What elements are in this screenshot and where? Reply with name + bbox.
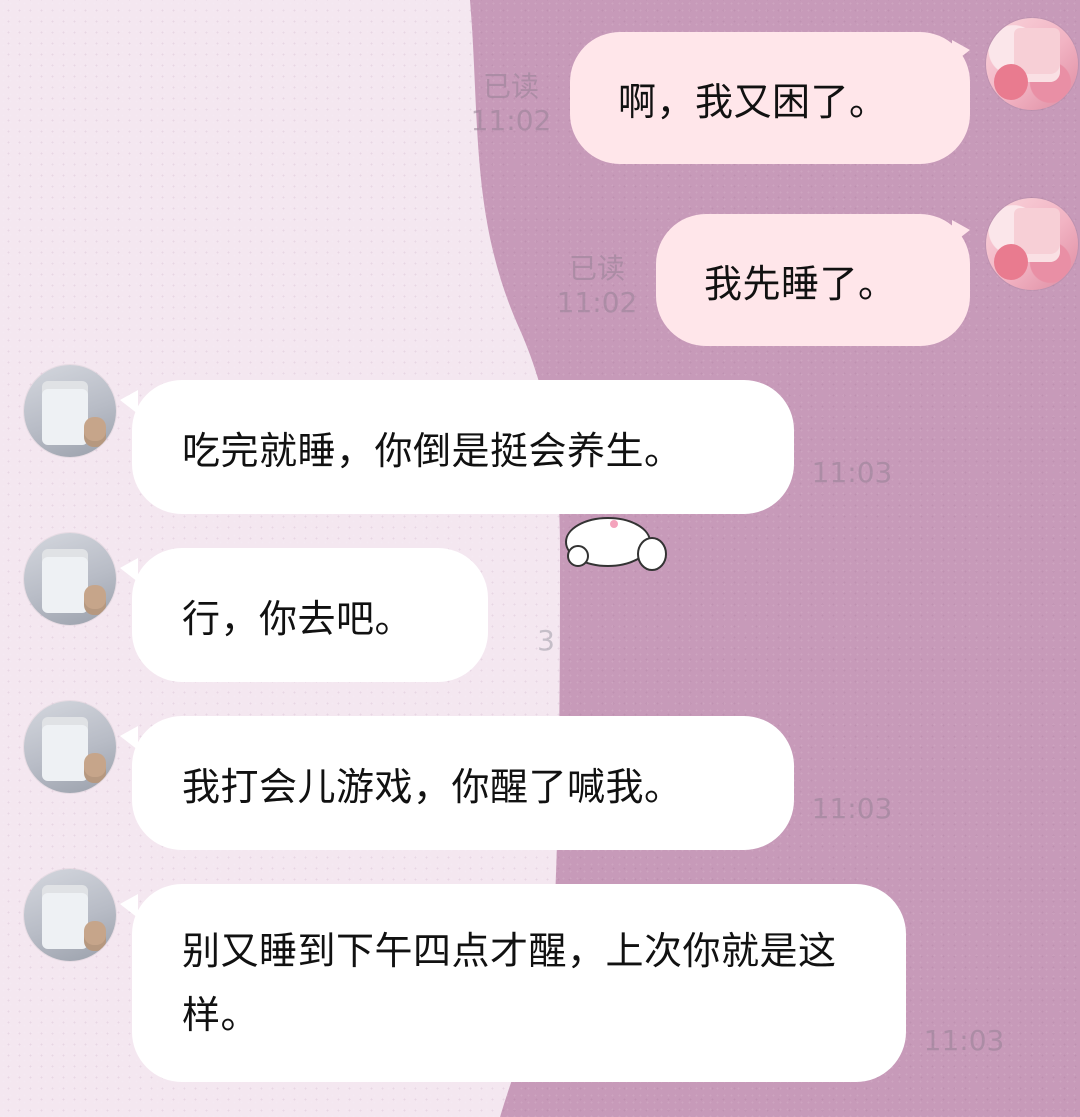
message-meta: 已读 11:02 — [470, 70, 552, 138]
message-bubble-received[interactable]: 行，你去吧。 — [132, 548, 488, 682]
message-text: 吃完就睡，你倒是挺会养生。 — [182, 428, 683, 473]
message-time: 11:03 — [811, 792, 893, 825]
message-text: 我打会儿游戏，你醒了喊我。 — [182, 764, 683, 809]
read-status: 已读 — [568, 252, 625, 285]
message-time: 11:03 — [811, 456, 893, 489]
message-text: 我先睡了。 — [704, 261, 897, 306]
message-text: 别又睡到下午四点才醒，上次你就是这样。 — [182, 929, 837, 1037]
message-bubble-sent[interactable]: 我先睡了。 — [656, 214, 970, 346]
message-time: 11:03 — [923, 1024, 1005, 1057]
message-time: 11:02 — [470, 104, 552, 137]
read-status: 已读 — [482, 70, 539, 103]
message-time: 11:02 — [556, 286, 638, 319]
message-time: 3 — [537, 624, 555, 657]
message-bubble-sent[interactable]: 啊，我又困了。 — [570, 32, 970, 164]
message-text: 啊，我又困了。 — [618, 79, 888, 124]
message-meta: 已读 11:02 — [556, 252, 638, 320]
contact-avatar[interactable] — [24, 869, 116, 961]
message-text: 行，你去吧。 — [182, 596, 414, 641]
contact-avatar[interactable] — [24, 533, 116, 625]
contact-avatar[interactable] — [24, 365, 116, 457]
self-avatar[interactable] — [986, 18, 1078, 110]
contact-avatar[interactable] — [24, 701, 116, 793]
self-avatar[interactable] — [986, 198, 1078, 290]
message-bubble-received[interactable]: 我打会儿游戏，你醒了喊我。 — [132, 716, 794, 850]
message-bubble-received[interactable]: 吃完就睡，你倒是挺会养生。 — [132, 380, 794, 514]
message-bubble-received[interactable]: 别又睡到下午四点才醒，上次你就是这样。 — [132, 884, 906, 1082]
bunny-sticker — [556, 512, 667, 592]
